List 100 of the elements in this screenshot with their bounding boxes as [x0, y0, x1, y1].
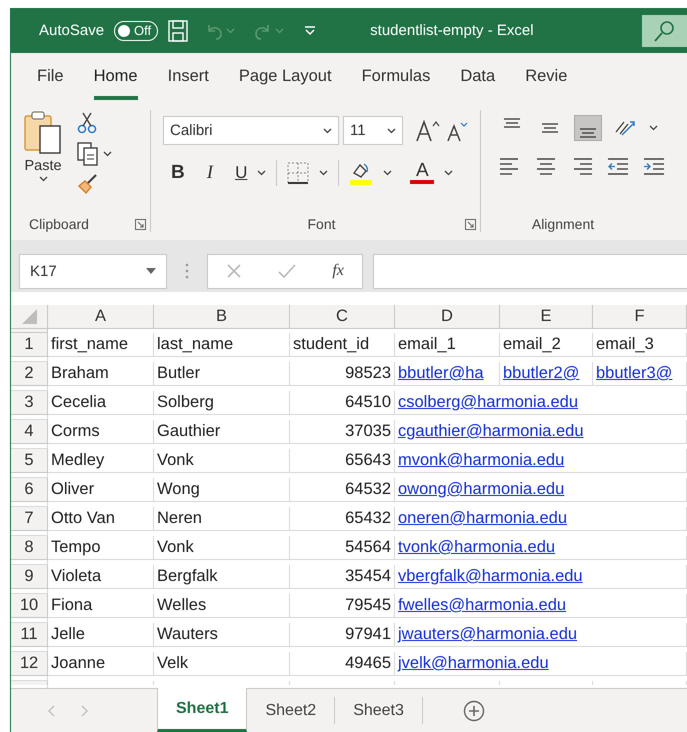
table-cell: 79545: [290, 594, 395, 618]
font-color-button[interactable]: A: [416, 162, 429, 180]
table-cell: Oliver: [48, 478, 154, 502]
table-cell: 64532: [290, 478, 395, 502]
email-link[interactable]: bbutler@ha: [398, 364, 484, 383]
copy-icon[interactable]: [77, 142, 99, 166]
save-icon[interactable]: [168, 20, 188, 42]
email-link[interactable]: oneren@harmonia.edu: [398, 509, 568, 528]
row-header[interactable]: 9: [11, 565, 48, 589]
caret-icon[interactable]: [146, 268, 156, 274]
format-painter-icon[interactable]: [77, 174, 99, 194]
row-header[interactable]: 8: [11, 536, 48, 560]
table-cell: 97941: [290, 623, 395, 647]
align-bottom-icon[interactable]: [575, 116, 601, 140]
autosave-label: AutoSave: [39, 22, 104, 39]
table-cell: Butler: [154, 362, 290, 386]
sheet-tab[interactable]: Sheet2: [247, 697, 336, 724]
align-left-icon[interactable]: [499, 156, 521, 176]
caret-icon[interactable]: [387, 128, 396, 134]
window-title: studentlist-empty - Excel: [370, 22, 534, 39]
email-link[interactable]: fwelles@harmonia.edu: [398, 596, 566, 615]
ribbon-tab[interactable]: Revie: [525, 53, 568, 100]
email-link[interactable]: csolberg@harmonia.edu: [398, 393, 578, 412]
column-header[interactable]: F: [593, 305, 687, 328]
scissors-icon[interactable]: [77, 112, 97, 134]
customize-icon[interactable]: [304, 24, 316, 36]
formula-field[interactable]: [373, 254, 687, 288]
email-link[interactable]: owong@harmonia.edu: [398, 480, 564, 499]
email-link[interactable]: jvelk@harmonia.edu: [398, 654, 549, 673]
ribbon-tab[interactable]: Formulas: [362, 53, 430, 100]
table-cell: Wong: [154, 478, 290, 502]
add-sheet-icon[interactable]: [462, 700, 485, 722]
email-link[interactable]: tvonk@harmonia.edu: [398, 538, 556, 557]
borders-icon[interactable]: [287, 162, 310, 184]
table-cell: Cecelia: [48, 391, 154, 415]
ribbon-tab[interactable]: File: [37, 53, 64, 100]
email-link[interactable]: jwauters@harmonia.edu: [398, 625, 578, 644]
email-link[interactable]: bbutler2@: [503, 364, 580, 383]
row-header[interactable]: 7: [11, 507, 48, 531]
autosave-toggle[interactable]: Off: [114, 20, 158, 40]
column-header[interactable]: C: [290, 305, 395, 328]
email-link[interactable]: bbutler3@: [596, 364, 672, 383]
table-cell: last_name: [154, 333, 290, 357]
table-cell: email_2: [500, 333, 593, 357]
row-header[interactable]: 5: [11, 449, 48, 473]
insert-function-button[interactable]: fx: [332, 262, 344, 280]
table-cell: Neren: [154, 507, 290, 531]
highlight-icon[interactable]: [349, 161, 374, 185]
row-header[interactable]: 10: [11, 594, 48, 618]
align-center-icon[interactable]: [535, 156, 557, 176]
align-right-icon[interactable]: [571, 156, 593, 176]
caret-icon[interactable]: [38, 176, 48, 182]
dialog-launcher-icon[interactable]: [465, 219, 476, 230]
bold-button[interactable]: B: [171, 162, 185, 184]
sheet-tab[interactable]: Sheet3: [335, 697, 423, 724]
table-cell: 37035: [290, 420, 395, 444]
caret-icon[interactable]: [323, 128, 332, 134]
dialog-launcher-icon[interactable]: [135, 219, 146, 230]
caret-icon[interactable]: [383, 170, 392, 176]
search-icon[interactable]: [654, 20, 674, 42]
table-cell: Wauters: [154, 623, 290, 647]
caret-icon[interactable]: [103, 151, 112, 157]
ribbon-tab[interactable]: Page Layout: [238, 53, 332, 100]
table-cell: 98523: [290, 362, 395, 386]
ribbon-tab[interactable]: Data: [460, 53, 496, 100]
name-box[interactable]: K17: [19, 254, 167, 288]
sheet-tab[interactable]: Sheet1: [157, 688, 248, 732]
underline-button[interactable]: U: [235, 163, 248, 183]
paste-label[interactable]: Paste: [24, 158, 62, 174]
increase-indent-icon[interactable]: [643, 156, 665, 176]
ribbon-tab[interactable]: Insert: [168, 53, 209, 100]
email-link[interactable]: mvonk@harmonia.edu: [398, 451, 564, 470]
caret-icon[interactable]: [649, 125, 658, 131]
row-header[interactable]: 1: [11, 333, 48, 357]
column-header[interactable]: B: [154, 305, 290, 328]
column-header[interactable]: E: [500, 305, 593, 328]
row-header[interactable]: 2: [11, 362, 48, 386]
caret-icon[interactable]: [444, 170, 454, 176]
email-link[interactable]: vbergfalk@harmonia.edu: [398, 567, 583, 586]
row-header[interactable]: 12: [11, 652, 48, 676]
group-label: Clipboard: [29, 216, 89, 232]
table-cell: Medley: [48, 449, 154, 473]
grow-font-icon[interactable]: [415, 118, 441, 142]
column-header[interactable]: D: [395, 305, 500, 328]
table-cell: Jelle: [48, 623, 154, 647]
caret-icon[interactable]: [257, 170, 266, 176]
row-header[interactable]: 3: [11, 391, 48, 415]
font-name-field[interactable]: Calibri: [163, 116, 339, 145]
decrease-indent-icon[interactable]: [607, 156, 629, 176]
table-cell: 65643: [290, 449, 395, 473]
row-header[interactable]: 6: [11, 478, 48, 502]
table-cell: Joanne: [48, 652, 154, 676]
row-header[interactable]: 11: [11, 623, 48, 647]
italic-button[interactable]: I: [206, 162, 214, 184]
column-header[interactable]: A: [48, 305, 154, 328]
caret-icon[interactable]: [319, 170, 328, 176]
font-size-field[interactable]: 11: [343, 116, 403, 145]
row-header[interactable]: 4: [11, 420, 48, 444]
paste-icon[interactable]: [23, 110, 63, 156]
email-link[interactable]: cgauthier@harmonia.edu: [398, 422, 584, 441]
